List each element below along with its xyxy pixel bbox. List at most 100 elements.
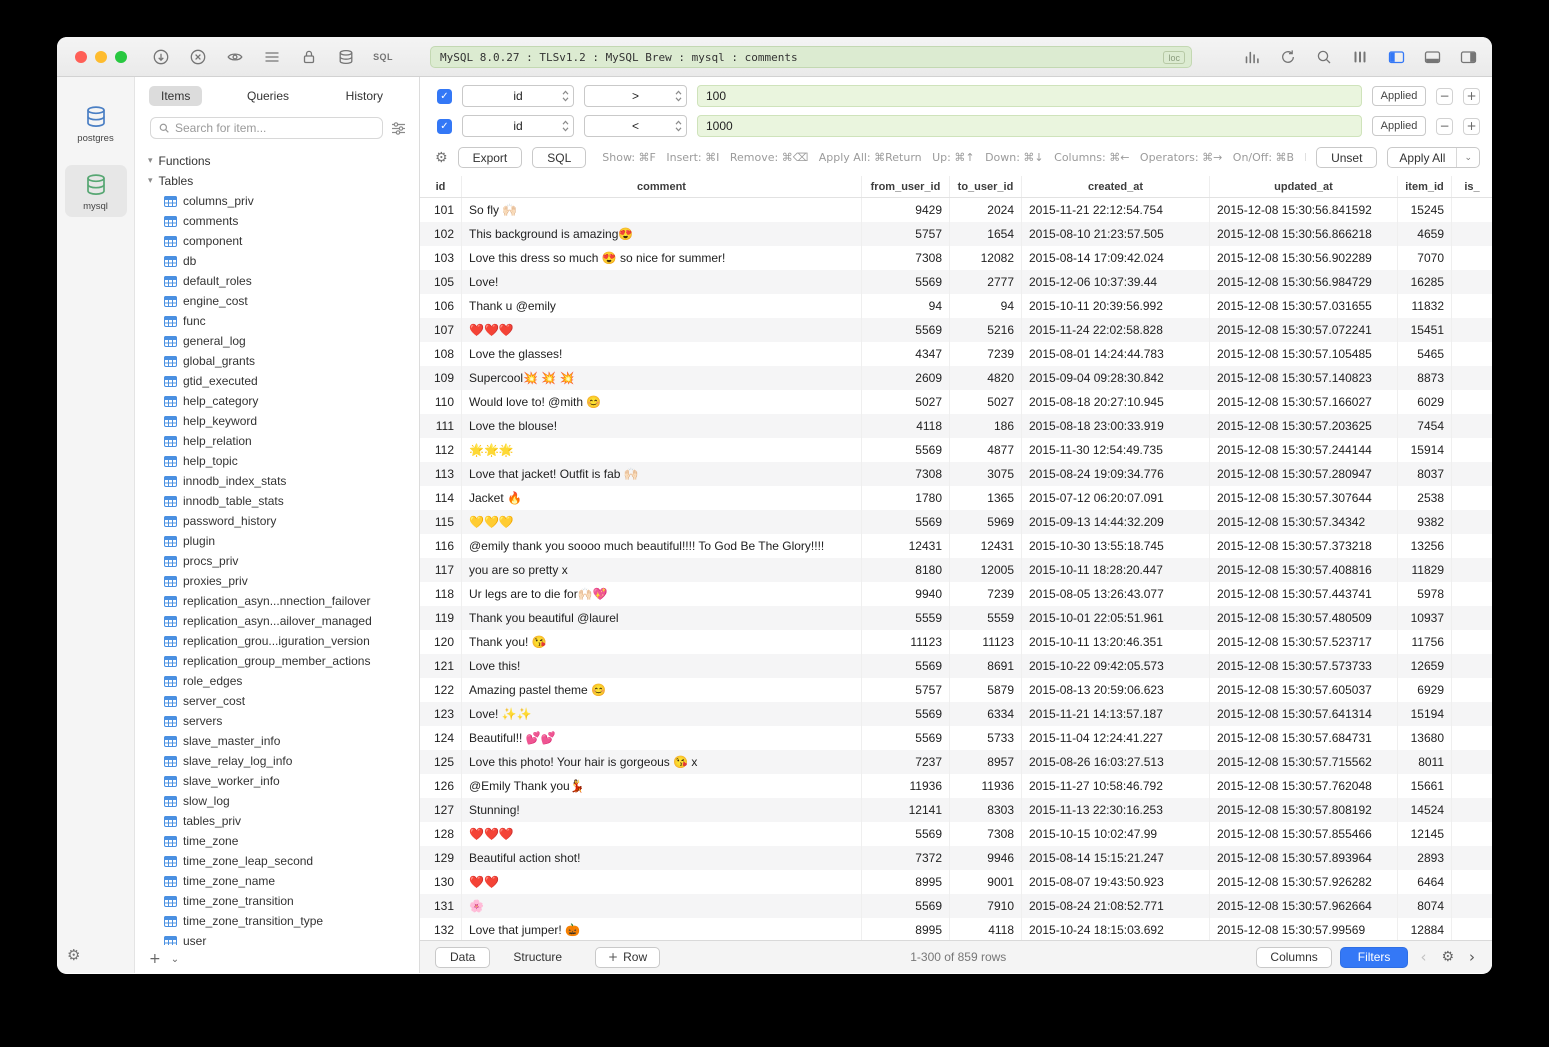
search-icon[interactable]	[1314, 47, 1334, 67]
connect-icon[interactable]	[151, 47, 171, 67]
table-tree-item[interactable]: engine_cost	[135, 291, 419, 311]
cell-from_user_id[interactable]: 2609	[862, 366, 950, 390]
cell-comment[interactable]: Stunning!	[462, 798, 862, 822]
cell-is_[interactable]	[1452, 270, 1492, 294]
cell-comment[interactable]: Jacket 🔥	[462, 486, 862, 510]
table-tree-item[interactable]: replication_group_member_actions	[135, 651, 419, 671]
cell-from_user_id[interactable]: 7308	[862, 462, 950, 486]
table-row[interactable]: 128❤️❤️❤️556973082015-10-15 10:02:47.992…	[420, 822, 1492, 846]
cell-updated_at[interactable]: 2015-12-08 15:30:57.203625	[1210, 414, 1398, 438]
next-page-button[interactable]: ›	[1465, 948, 1479, 966]
cell-created_at[interactable]: 2015-11-21 22:12:54.754	[1022, 198, 1210, 222]
cell-comment[interactable]: Love that jacket! Outfit is fab 🙌🏻	[462, 462, 862, 486]
table-tree-item[interactable]: help_topic	[135, 451, 419, 471]
item-search-input[interactable]	[175, 121, 375, 135]
cell-from_user_id[interactable]: 5569	[862, 822, 950, 846]
cell-is_[interactable]	[1452, 726, 1492, 750]
table-row[interactable]: 125Love this photo! Your hair is gorgeou…	[420, 750, 1492, 774]
table-tree-item[interactable]: gtid_executed	[135, 371, 419, 391]
unset-button[interactable]: Unset	[1316, 147, 1377, 168]
cell-is_[interactable]	[1452, 462, 1492, 486]
cell-id[interactable]: 110	[420, 390, 462, 414]
cell-from_user_id[interactable]: 5757	[862, 222, 950, 246]
cell-to_user_id[interactable]: 5879	[950, 678, 1022, 702]
table-row[interactable]: 114Jacket 🔥178013652015-07-12 06:20:07.0…	[420, 486, 1492, 510]
remove-filter-button[interactable]: −	[1436, 88, 1453, 105]
cell-is_[interactable]	[1452, 414, 1492, 438]
cell-id[interactable]: 108	[420, 342, 462, 366]
add-filter-button[interactable]: +	[1463, 118, 1480, 135]
cell-id[interactable]: 125	[420, 750, 462, 774]
add-item-button[interactable]: +	[149, 951, 161, 967]
cell-comment[interactable]: Beautiful action shot!	[462, 846, 862, 870]
cell-is_[interactable]	[1452, 582, 1492, 606]
cell-comment[interactable]: 💛💛💛	[462, 510, 862, 534]
table-tree-item[interactable]: time_zone_leap_second	[135, 851, 419, 871]
table-row[interactable]: 112🌟🌟🌟556948772015-11-30 12:54:49.735201…	[420, 438, 1492, 462]
cell-created_at[interactable]: 2015-11-30 12:54:49.735	[1022, 438, 1210, 462]
table-tree-item[interactable]: slave_relay_log_info	[135, 751, 419, 771]
cell-comment[interactable]: Beautiful!! 💕💕	[462, 726, 862, 750]
cell-updated_at[interactable]: 2015-12-08 15:30:57.684731	[1210, 726, 1398, 750]
cell-item_id[interactable]: 8873	[1398, 366, 1452, 390]
cell-is_[interactable]	[1452, 438, 1492, 462]
cell-created_at[interactable]: 2015-11-13 22:30:16.253	[1022, 798, 1210, 822]
remove-filter-button[interactable]: −	[1436, 118, 1453, 135]
cell-is_[interactable]	[1452, 366, 1492, 390]
table-tree-item[interactable]: slave_worker_info	[135, 771, 419, 791]
cell-created_at[interactable]: 2015-08-01 14:24:44.783	[1022, 342, 1210, 366]
table-row[interactable]: 108Love the glasses!434772392015-08-01 1…	[420, 342, 1492, 366]
table-tree-item[interactable]: password_history	[135, 511, 419, 531]
table-tree-item[interactable]: slow_log	[135, 791, 419, 811]
table-tree-item[interactable]: component	[135, 231, 419, 251]
cell-is_[interactable]	[1452, 822, 1492, 846]
table-row[interactable]: 124Beautiful!! 💕💕556957332015-11-04 12:2…	[420, 726, 1492, 750]
table-row[interactable]: 119Thank you beautiful @laurel5559555920…	[420, 606, 1492, 630]
cell-to_user_id[interactable]: 7910	[950, 894, 1022, 918]
cell-from_user_id[interactable]: 7237	[862, 750, 950, 774]
cell-item_id[interactable]: 14524	[1398, 798, 1452, 822]
cell-is_[interactable]	[1452, 606, 1492, 630]
cell-comment[interactable]: Amazing pastel theme 😊	[462, 678, 862, 702]
cell-is_[interactable]	[1452, 846, 1492, 870]
cell-created_at[interactable]: 2015-09-13 14:44:32.209	[1022, 510, 1210, 534]
columns-view-icon[interactable]	[1350, 47, 1370, 67]
filter-applied-button[interactable]: Applied	[1372, 116, 1426, 136]
cell-item_id[interactable]: 8037	[1398, 462, 1452, 486]
table-tree-item[interactable]: comments	[135, 211, 419, 231]
cell-item_id[interactable]: 6464	[1398, 870, 1452, 894]
cell-from_user_id[interactable]: 5027	[862, 390, 950, 414]
cell-id[interactable]: 111	[420, 414, 462, 438]
tab-structure[interactable]: Structure	[498, 947, 577, 968]
cell-item_id[interactable]: 15914	[1398, 438, 1452, 462]
cell-created_at[interactable]: 2015-08-14 17:09:42.024	[1022, 246, 1210, 270]
cell-id[interactable]: 103	[420, 246, 462, 270]
table-tree-item[interactable]: server_cost	[135, 691, 419, 711]
cell-from_user_id[interactable]: 5569	[862, 318, 950, 342]
cell-id[interactable]: 126	[420, 774, 462, 798]
cell-comment[interactable]: Would love to! @mith 😊	[462, 390, 862, 414]
cell-is_[interactable]	[1452, 198, 1492, 222]
cell-from_user_id[interactable]: 5569	[862, 438, 950, 462]
cell-is_[interactable]	[1452, 342, 1492, 366]
cell-comment[interactable]: @emily thank you soooo much beautiful!!!…	[462, 534, 862, 558]
cell-from_user_id[interactable]: 7308	[862, 246, 950, 270]
apply-all-chevron-icon[interactable]: ⌄	[1457, 153, 1479, 163]
cell-item_id[interactable]: 15451	[1398, 318, 1452, 342]
cell-item_id[interactable]: 12145	[1398, 822, 1452, 846]
cell-to_user_id[interactable]: 7239	[950, 342, 1022, 366]
filter-applied-button[interactable]: Applied	[1372, 86, 1426, 106]
cell-item_id[interactable]: 5465	[1398, 342, 1452, 366]
cell-is_[interactable]	[1452, 510, 1492, 534]
cell-from_user_id[interactable]: 8995	[862, 918, 950, 940]
table-tree-item[interactable]: time_zone	[135, 831, 419, 851]
cell-created_at[interactable]: 2015-07-12 06:20:07.091	[1022, 486, 1210, 510]
cell-item_id[interactable]: 7070	[1398, 246, 1452, 270]
add-item-menu-chevron-icon[interactable]: ⌄	[171, 954, 179, 965]
cell-comment[interactable]: ❤️❤️❤️	[462, 822, 862, 846]
filter-column-select[interactable]: id	[462, 115, 574, 137]
cell-to_user_id[interactable]: 5733	[950, 726, 1022, 750]
table-tree-item[interactable]: help_category	[135, 391, 419, 411]
table-row[interactable]: 123Love! ✨✨556963342015-11-21 14:13:57.1…	[420, 702, 1492, 726]
cell-to_user_id[interactable]: 4820	[950, 366, 1022, 390]
